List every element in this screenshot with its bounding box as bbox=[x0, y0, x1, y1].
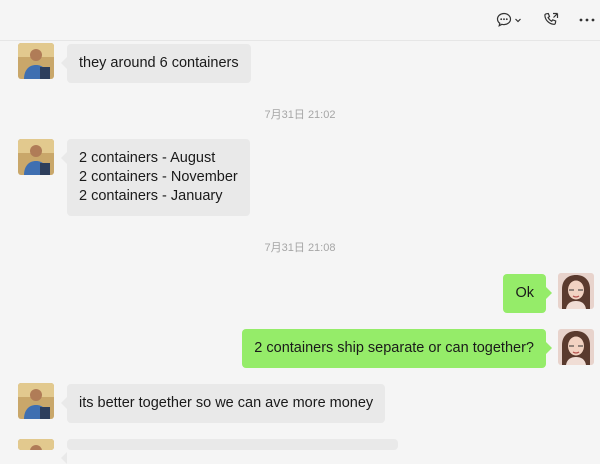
contact-avatar[interactable] bbox=[18, 383, 54, 419]
message-bubble[interactable]: 2 containers ship separate or can togeth… bbox=[242, 329, 552, 368]
timestamp: 7月31日 21:08 bbox=[264, 242, 336, 254]
message-text: 2 containers - November bbox=[79, 169, 238, 185]
timestamp: 7月31日 21:02 bbox=[264, 109, 336, 121]
chat-toolbar bbox=[0, 0, 600, 41]
chat-options-button[interactable] bbox=[492, 10, 526, 30]
message-text: 2 containers - August bbox=[79, 150, 216, 166]
message-text: 2 containers - January bbox=[79, 188, 223, 204]
chat-bubble-icon bbox=[495, 11, 513, 29]
message-bubble[interactable]: they around 6 containers bbox=[61, 44, 251, 83]
message-text: 2 containers ship separate or can togeth… bbox=[254, 340, 534, 356]
message-bubble[interactable]: 2 containers - August 2 containers - Nov… bbox=[61, 139, 250, 216]
voice-call-button[interactable] bbox=[540, 10, 562, 30]
more-icon bbox=[578, 17, 596, 23]
my-avatar[interactable] bbox=[558, 273, 594, 309]
chevron-down-icon bbox=[513, 15, 523, 25]
my-avatar[interactable] bbox=[558, 329, 594, 365]
contact-avatar[interactable] bbox=[18, 43, 54, 79]
message-bubble[interactable]: Ok bbox=[503, 274, 552, 313]
message-text: they around 6 containers bbox=[79, 55, 239, 71]
message-text: its better together so we can ave more m… bbox=[79, 395, 374, 411]
message-bubble[interactable] bbox=[61, 439, 398, 464]
more-button[interactable] bbox=[576, 10, 598, 30]
phone-icon bbox=[542, 11, 560, 29]
contact-avatar[interactable] bbox=[18, 439, 54, 450]
message-text: Ok bbox=[515, 285, 534, 301]
contact-avatar[interactable] bbox=[18, 139, 54, 175]
message-bubble[interactable]: its better together so we can ave more m… bbox=[60, 384, 386, 423]
